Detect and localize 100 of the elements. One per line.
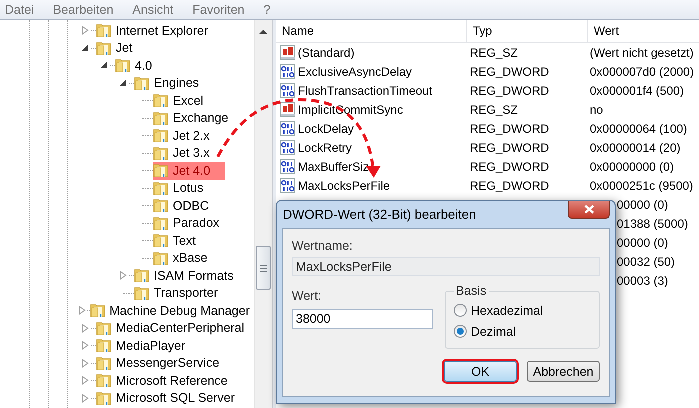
table-cell-text: 0x00000000 (0) xyxy=(589,160,676,174)
radio-label: Dezimal xyxy=(471,324,516,338)
radio-button[interactable] xyxy=(454,304,467,317)
scroll-up-icon[interactable] xyxy=(259,29,268,35)
field-label: Wert: xyxy=(292,289,323,305)
folder-icon xyxy=(153,146,169,161)
folder-icon xyxy=(96,23,112,38)
table-cell: 00032 (50) xyxy=(617,254,676,268)
table-cell-text: REG_DWORD xyxy=(469,178,550,192)
value-name: ExclusiveAsyncDelay xyxy=(298,64,412,78)
radio-option[interactable]: Dezimal xyxy=(454,321,591,342)
tree-item[interactable]: 4.0 xyxy=(115,56,156,75)
folder-icon xyxy=(96,320,112,336)
collapse-icon[interactable] xyxy=(100,62,108,70)
table-cell-text: REG_DWORD xyxy=(469,160,550,174)
menu-item[interactable]: Ansicht xyxy=(128,2,182,16)
expand-icon[interactable] xyxy=(82,26,88,36)
tree-item[interactable]: Text xyxy=(153,232,200,250)
tree-item[interactable]: Internet Explorer xyxy=(96,22,212,40)
binary-value-icon xyxy=(280,158,296,174)
value-name: MaxLocksPerFile xyxy=(298,178,390,192)
tree-item[interactable]: xBase xyxy=(153,249,212,268)
binary-value-icon xyxy=(280,178,296,194)
table-cell: 01388 (5000) xyxy=(617,216,688,230)
folder-icon xyxy=(96,338,112,354)
table-cell-text: 0x000001f4 (500) xyxy=(589,84,686,98)
close-icon xyxy=(584,205,594,214)
group-label: Basis xyxy=(455,284,488,298)
field-label: Wertname: xyxy=(292,239,354,255)
table-cell: 00000 (0) xyxy=(617,198,668,212)
table-cell: 00003 (3) xyxy=(617,274,668,288)
tree-item[interactable]: ISAM Formats xyxy=(134,266,238,285)
tree-item[interactable]: Microsoft SQL Server xyxy=(96,389,240,408)
folder-icon xyxy=(153,128,169,144)
folder-icon xyxy=(115,58,131,74)
table-cell-text: REG_DWORD xyxy=(469,64,550,78)
binary-value-icon xyxy=(280,82,296,98)
tree-item[interactable]: MediaPlayer xyxy=(96,336,190,355)
radio-button[interactable] xyxy=(454,325,467,338)
tree-item[interactable]: Jet 3.x xyxy=(153,144,214,162)
binary-value-icon xyxy=(280,140,296,156)
table-cell-text: REG_DWORD xyxy=(469,140,550,154)
folder-icon xyxy=(96,390,112,406)
expand-icon[interactable] xyxy=(120,271,126,280)
column-header[interactable]: Wert xyxy=(588,20,699,42)
column-header[interactable]: Typ xyxy=(467,20,588,42)
folder-icon xyxy=(96,40,112,56)
folder-icon xyxy=(134,286,150,301)
table-cell-text: REG_SZ xyxy=(469,46,520,60)
value-name: (Standard) xyxy=(298,46,355,60)
table-cell-text: 0x00000064 (100) xyxy=(589,122,688,136)
menu-item[interactable]: Favoriten xyxy=(188,2,253,16)
tree-item[interactable]: MediaCenterPeripheral xyxy=(96,319,249,338)
tree-item[interactable]: Lotus xyxy=(153,179,208,198)
value-name: MaxBufferSiz xyxy=(298,160,370,174)
table-cell-text: REG_DWORD xyxy=(469,122,550,136)
folder-icon xyxy=(153,198,169,214)
folder-icon xyxy=(153,233,169,248)
table-cell-text: 0x00000014 (20) xyxy=(589,140,682,154)
string-value-icon xyxy=(280,44,296,60)
dialog-button[interactable]: Abbrechen xyxy=(527,361,600,382)
menu-item[interactable]: Bearbeiten xyxy=(48,2,122,16)
tree-item[interactable]: Machine Debug Manager xyxy=(90,302,254,320)
tree-item[interactable]: Microsoft Reference xyxy=(96,372,232,390)
value-name: FlushTransactionTimeout xyxy=(298,84,432,98)
tree-item[interactable]: Exchange xyxy=(153,109,233,128)
tree-item[interactable]: MessengerService xyxy=(96,354,224,372)
collapse-icon[interactable] xyxy=(120,80,126,87)
menu-item[interactable]: ? xyxy=(258,2,279,16)
dialog-button[interactable]: OK xyxy=(444,361,517,382)
table-cell: 00000 (0) xyxy=(617,236,668,250)
dialog-title: DWORD-Wert (32-Bit) bearbeiten xyxy=(283,207,476,222)
folder-icon xyxy=(153,250,169,266)
binary-value-icon xyxy=(280,120,296,136)
tree-item[interactable]: Engines xyxy=(134,74,204,92)
binary-value-icon xyxy=(280,64,296,80)
close-button[interactable] xyxy=(568,201,610,219)
tree-item[interactable]: Jet 2.x xyxy=(153,126,214,145)
folder-icon xyxy=(153,180,169,196)
value-name: LockRetry xyxy=(298,140,352,154)
tree-item[interactable]: Excel xyxy=(153,92,208,110)
folder-icon xyxy=(134,76,150,91)
radio-label: Hexadezimal xyxy=(471,304,544,318)
table-cell-text: 0x0000251c (9500) xyxy=(589,178,694,192)
value-field[interactable]: 38000 xyxy=(292,309,433,329)
scrollbar-thumb[interactable] xyxy=(256,246,271,290)
tree-item[interactable]: Transporter xyxy=(134,284,222,302)
value-name: LockDelay xyxy=(298,122,354,136)
table-cell-text: REG_SZ xyxy=(469,102,520,116)
folder-icon xyxy=(96,373,112,388)
tree-item[interactable]: Paradox xyxy=(153,214,224,232)
radio-option[interactable]: Hexadezimal xyxy=(454,300,591,321)
folder-icon xyxy=(153,110,169,126)
tree-item[interactable]: Jet xyxy=(96,39,137,58)
folder-icon xyxy=(153,163,169,178)
menu-item[interactable]: Datei xyxy=(0,2,42,16)
name-field[interactable]: MaxLocksPerFile xyxy=(292,257,600,276)
tree-item[interactable]: ODBC xyxy=(153,196,214,215)
column-header[interactable]: Name xyxy=(276,20,467,42)
collapse-icon[interactable] xyxy=(82,44,88,52)
